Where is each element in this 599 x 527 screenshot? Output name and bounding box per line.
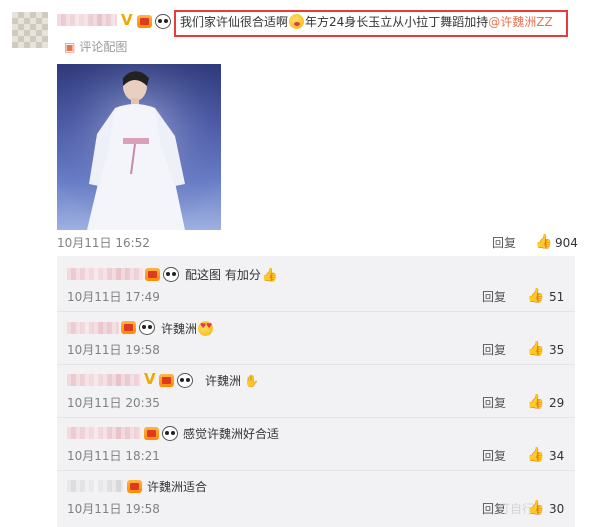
reply-text: 配这图 有加分 [185,268,261,282]
username[interactable] [57,14,117,26]
highlight-box [174,10,568,37]
reply-button[interactable]: 回复 [482,449,506,463]
watermark: 打自行 [498,502,535,516]
thumbs-up-icon[interactable]: 👍 [527,448,544,462]
gift-badge-icon [144,427,159,440]
reply-timestamp: 10月11日 19:58 [67,502,160,516]
like-count: 34 [549,449,565,463]
reply-divider [57,311,575,312]
panda-icon [163,267,179,282]
comment-pic-label: 评论配图 [79,40,128,54]
panda-icon [155,14,171,29]
like-count: 35 [549,343,565,357]
image-icon: ▣ [64,40,76,54]
panda-icon [139,320,155,335]
like-count: 30 [549,502,565,516]
reply-timestamp: 10月11日 18:21 [67,449,160,463]
reply-username[interactable] [67,480,123,492]
panda-icon [162,426,178,441]
thumbs-up-icon[interactable]: 👍 [527,289,544,303]
reply-text-wrap: 许魏洲 ✋ [205,374,259,388]
reply-button[interactable]: 回复 [482,396,506,410]
reply-text-wrap: 许魏洲 [161,321,214,336]
replies-panel: 配这图 有加分👍 10月11日 17:49 回复 👍 51 许魏洲 10月11日… [57,256,575,527]
gift-badge-icon [121,321,136,334]
reply-text: 感觉许魏洲好合适 [183,427,280,441]
comment-timestamp: 10月11日 16:52 [57,236,150,250]
reply-timestamp: 10月11日 17:49 [67,290,160,304]
reply-button[interactable]: 回复 [482,343,506,357]
reply-username[interactable] [67,374,141,386]
hand-emoji-icon: ✋ [244,374,259,388]
reply-timestamp: 10月11日 20:35 [67,396,160,410]
gift-badge-icon [159,374,174,387]
comment-pic-link[interactable]: ▣ 评论配图 [64,40,127,54]
like-count: 904 [555,236,578,250]
photo-figure [57,64,221,230]
thumbs-up-icon[interactable]: 👍 [527,395,544,409]
reply-divider [57,417,575,418]
gift-badge-icon [127,480,142,493]
reply-divider [57,364,575,365]
thumbs-up-emoji-icon: 👍 [261,268,279,283]
reply-text: 许魏洲 [205,374,242,388]
comment-photo[interactable] [57,64,221,230]
heart-eyes-emoji-icon [198,321,214,336]
like-count: 29 [549,396,565,410]
verified-v-icon: V [121,11,133,29]
reply-username[interactable] [67,322,119,334]
reply-button[interactable]: 回复 [482,290,506,304]
reply-text: 许魏洲 [161,322,198,336]
gift-badge-icon [137,15,152,28]
reply-username[interactable] [67,427,141,439]
reply-text-wrap: 配这图 有加分👍 [185,268,278,283]
reply-timestamp: 10月11日 19:58 [67,343,160,357]
user-avatar[interactable] [12,12,48,48]
reply-text: 许魏洲适合 [147,480,208,494]
gift-badge-icon [145,268,160,281]
thumbs-up-icon[interactable]: 👍 [527,342,544,356]
thumbs-up-icon[interactable]: 👍 [535,235,552,249]
like-count: 51 [549,290,565,304]
panda-icon [177,373,193,388]
verified-v-icon: V [144,370,156,388]
reply-divider [57,470,575,471]
reply-username[interactable] [67,268,143,280]
reply-button[interactable]: 回复 [492,236,516,250]
